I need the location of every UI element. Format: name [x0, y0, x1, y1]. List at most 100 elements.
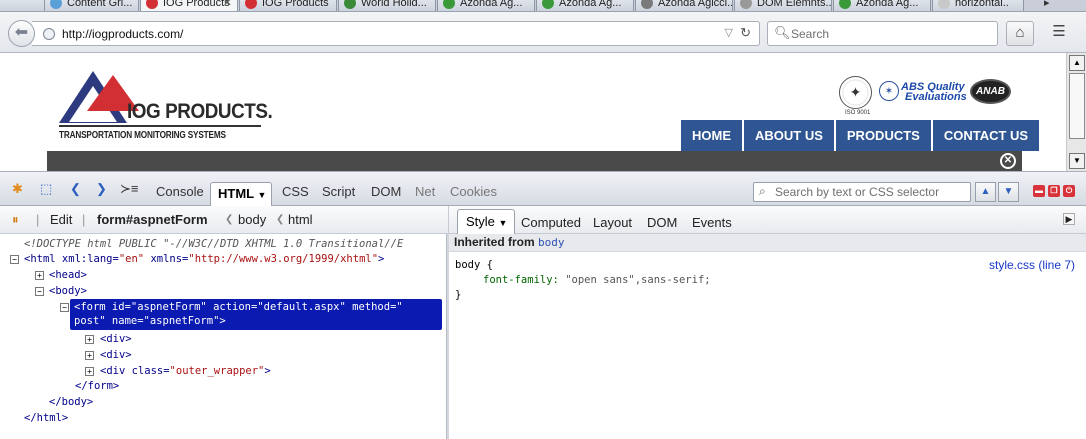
logo-rule: [59, 125, 261, 127]
search-prev-button[interactable]: ▲: [975, 182, 996, 202]
minimize-icon[interactable]: ▬: [1033, 185, 1045, 197]
menu-home[interactable]: HOME: [681, 120, 742, 151]
doctype-line: <!DOCTYPE html PUBLIC "-//W3C//DTD XHTML…: [24, 238, 404, 250]
tab-css[interactable]: CSS: [282, 184, 309, 199]
url-bar[interactable]: http://iogproducts.com/ ▽ ↻: [32, 21, 760, 46]
abs-quality-badge: ✶ ABS Quality Evaluations: [879, 81, 967, 103]
inspect-element-icon[interactable]: ⬚: [40, 181, 52, 197]
breadcrumb-chevron-icon: ❮: [276, 214, 285, 225]
menu-products[interactable]: PRODUCTS: [835, 120, 931, 151]
tab-layout[interactable]: Layout: [593, 215, 632, 230]
tree-node-form-selected[interactable]: <form id="aspnetForm" action="default.as…: [70, 299, 442, 330]
tab-scroll-right-icon[interactable]: ▸: [1044, 0, 1050, 9]
command-line-icon[interactable]: ≻≡: [120, 181, 138, 197]
home-button[interactable]: ⌂: [1006, 21, 1034, 46]
panel-menu-icon[interactable]: ▶: [1063, 213, 1075, 225]
power-close-icon[interactable]: ⏻: [1063, 185, 1075, 197]
tab-computed[interactable]: Computed: [521, 215, 581, 230]
chevron-down-icon: ▼: [257, 190, 267, 200]
menu-button[interactable]: ☰: [1045, 21, 1073, 46]
back-arrow-icon: ⬅: [14, 24, 29, 41]
nav-back-icon[interactable]: ❮: [70, 181, 81, 197]
close-tab-icon[interactable]: ✕: [223, 0, 232, 11]
url-dropdown-icon[interactable]: ▽: [725, 26, 733, 39]
iso-label: ISO 9001: [845, 110, 871, 116]
separator: |: [36, 212, 40, 227]
tab-cookies[interactable]: Cookies: [450, 184, 497, 199]
html-tree-pane: <!DOCTYPE html PUBLIC "-//W3C//DTD XHTML…: [0, 234, 446, 439]
break-on-mutate-icon[interactable]: ⏸: [12, 212, 19, 228]
tree-node-body[interactable]: <body>: [49, 284, 87, 298]
tab-style[interactable]: Style ▼: [457, 209, 515, 235]
favicon-icon: [344, 0, 356, 9]
browser-tab[interactable]: Azonda Ag...: [833, 0, 931, 11]
url-text[interactable]: http://iogproducts.com/: [62, 27, 183, 41]
tree-node-head[interactable]: <head>: [49, 268, 87, 282]
breadcrumb-item-body[interactable]: body: [238, 212, 266, 227]
page-scrollbar[interactable]: ▲ ▼: [1066, 53, 1086, 171]
reload-icon[interactable]: ↻: [740, 25, 751, 41]
tab-dom[interactable]: DOM: [371, 184, 401, 199]
browser-search-field[interactable]: 🔍︎ Search: [767, 21, 998, 46]
collapse-icon[interactable]: −: [35, 287, 44, 296]
css-source-link[interactable]: style.css (line 7): [989, 258, 1075, 272]
search-next-button[interactable]: ▼: [998, 182, 1019, 202]
tab-html[interactable]: HTML ▼: [210, 182, 272, 206]
eagle-icon: ✶: [879, 81, 899, 101]
menu-contact-us[interactable]: CONTACT US: [932, 120, 1040, 151]
scroll-up-icon[interactable]: ▲: [1069, 55, 1085, 71]
browser-tab[interactable]: Azonda Agicci...: [635, 0, 733, 11]
css-rule-selector[interactable]: body {: [455, 259, 493, 271]
logo-subtitle: TRANSPORTATION MONITORING SYSTEMS: [59, 130, 226, 141]
browser-tab[interactable]: Content Gri...: [44, 0, 139, 11]
tree-node-div[interactable]: <div>: [100, 348, 132, 362]
side-panel-tabs: Style ▼ Computed Layout DOM Events ▶: [448, 206, 1086, 235]
html-breadcrumb-bar: ⏸ | Edit | form#aspnetForm ❮ body ❮ html: [0, 206, 448, 234]
collapse-icon[interactable]: −: [60, 303, 69, 312]
menu-about-us[interactable]: ABOUT US: [744, 120, 834, 151]
tab-dom-side[interactable]: DOM: [647, 215, 677, 230]
browser-tab[interactable]: Azonda Ag...: [437, 0, 535, 11]
nav-forward-icon[interactable]: ❯: [96, 181, 107, 197]
tree-node-div[interactable]: <div>: [100, 332, 132, 346]
favicon-icon: [641, 0, 653, 9]
inherited-from-link[interactable]: body: [538, 236, 565, 249]
firebug-search-input[interactable]: ⌕ Search by text or CSS selector: [753, 182, 971, 202]
breadcrumb-item-html[interactable]: html: [288, 212, 313, 227]
expand-icon[interactable]: +: [35, 271, 44, 280]
expand-icon[interactable]: +: [85, 351, 94, 360]
browser-tab-active[interactable]: IOG Products ✕: [140, 0, 238, 11]
breadcrumb-item-form[interactable]: form#aspnetForm: [97, 212, 208, 227]
browser-tab-strip: Content Gri... IOG Products ✕ IOG Product…: [0, 0, 1086, 12]
tab-events[interactable]: Events: [692, 215, 732, 230]
home-icon: ⌂: [1015, 24, 1025, 41]
tree-node-div-outer-wrapper[interactable]: <div class="outer_wrapper">: [100, 364, 271, 378]
browser-tab[interactable]: World Holid...: [338, 0, 436, 11]
tree-node-html-end: </html>: [24, 412, 69, 424]
navigation-toolbar: http://iogproducts.com/ ▽ ↻ ⬅ 🔍︎ Search …: [0, 12, 1086, 53]
scrollbar-thumb[interactable]: [1069, 73, 1085, 139]
tab-scroll-left[interactable]: [0, 0, 50, 11]
logo-title[interactable]: IOG PRODUCTS.: [127, 100, 273, 124]
edit-button[interactable]: Edit: [50, 212, 72, 227]
close-icon[interactable]: ✕: [1000, 153, 1016, 169]
scroll-down-icon[interactable]: ▼: [1069, 153, 1085, 169]
tab-net[interactable]: Net: [415, 184, 435, 199]
browser-tab[interactable]: IOG Products: [239, 0, 337, 11]
tab-script[interactable]: Script: [322, 184, 355, 199]
browser-tab[interactable]: horizontal..: [932, 0, 1024, 11]
firebug-bug-icon[interactable]: ✱: [12, 181, 23, 197]
tab-console[interactable]: Console: [156, 184, 204, 199]
tree-node-html[interactable]: <html xml:lang="en" xmlns="http://www.w3…: [24, 252, 384, 266]
expand-icon[interactable]: +: [85, 335, 94, 344]
expand-icon[interactable]: +: [85, 367, 94, 376]
collapse-icon[interactable]: −: [10, 255, 19, 264]
separator: |: [82, 212, 86, 227]
certification-seal-icon: ✦: [839, 76, 872, 109]
detach-icon[interactable]: ❐: [1048, 185, 1060, 197]
css-declaration[interactable]: font-family: "open sans",sans-serif;: [483, 274, 711, 286]
browser-tab[interactable]: DOM Elemnts...: [734, 0, 832, 11]
back-button[interactable]: ⬅: [8, 20, 35, 47]
favicon-icon: [146, 0, 158, 9]
browser-tab[interactable]: Azonda Ag...: [536, 0, 634, 11]
